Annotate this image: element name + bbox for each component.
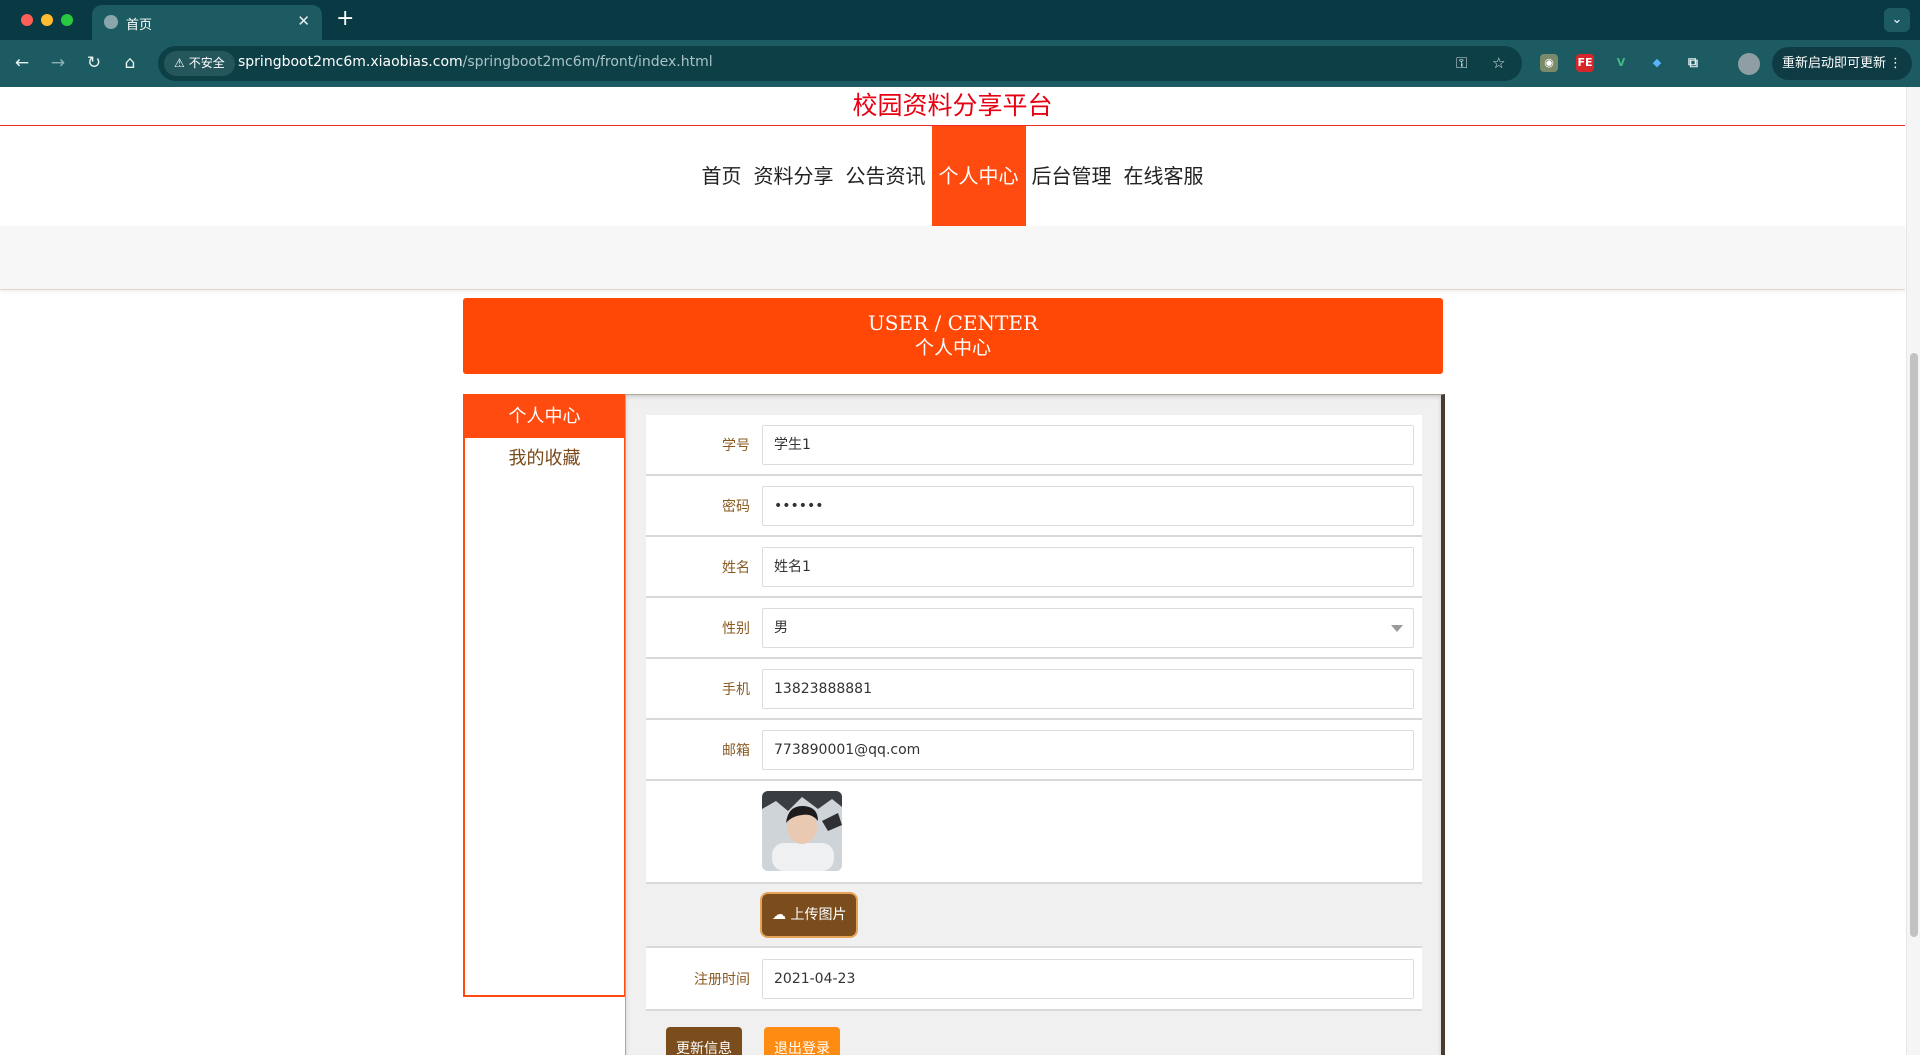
home-icon[interactable]: ⌂ — [118, 52, 142, 74]
student-id-label: 学号 — [722, 438, 750, 454]
new-tab-plus-icon[interactable]: + — [336, 6, 354, 32]
register-time-label: 注册时间 — [694, 972, 750, 988]
student-id-input[interactable]: 学生1 — [762, 425, 1414, 465]
email-input[interactable]: 773890001@qq.com — [762, 730, 1414, 770]
url-host: springboot2mc6m.xiaobias.com — [238, 54, 463, 70]
relaunch-update-button[interactable]: 重新启动即可更新 ⋮ — [1772, 47, 1912, 80]
form-row-phone: 手机 13823888881 — [646, 659, 1422, 720]
forward-arrow-icon[interactable]: → — [46, 52, 70, 74]
extension-vue-icon[interactable]: V — [1612, 54, 1630, 72]
form-row-name: 姓名 姓名1 — [646, 537, 1422, 598]
logout-button[interactable]: 退出登录 — [764, 1027, 840, 1055]
page-banner: USER / CENTER 个人中心 — [463, 298, 1443, 374]
avatar — [762, 791, 842, 871]
url-path: /springboot2mc6m/front/index.html — [462, 54, 713, 70]
cloud-upload-icon: ☁ — [772, 907, 786, 923]
site-title: 校园资料分享平台 — [852, 91, 1053, 120]
banner-title-zh: 个人中心 — [914, 337, 991, 359]
gender-select[interactable]: 男 — [762, 608, 1414, 648]
gender-selected-value: 男 — [774, 620, 788, 636]
form-row-student-id: 学号 学生1 — [646, 415, 1422, 476]
tab-close-icon[interactable]: ✕ — [297, 11, 310, 31]
nav-item-admin[interactable]: 后台管理 — [1026, 126, 1118, 226]
avatar-photo — [762, 791, 842, 871]
page-scrollbar[interactable] — [1906, 87, 1920, 1055]
extension-owl-icon[interactable]: ◉ — [1540, 54, 1558, 72]
chevron-down-icon — [1391, 625, 1403, 632]
phone-input[interactable]: 13823888881 — [762, 669, 1414, 709]
main-nav: 首页 资料分享 公告资讯 个人中心 后台管理 在线客服 — [0, 126, 1905, 226]
register-time-input[interactable]: 2021-04-23 — [762, 959, 1414, 999]
password-input[interactable]: •••••• — [762, 486, 1414, 526]
browser-toolbar: ← → ↻ ⌂ ⚠ 不安全 springboot2mc6m.xiaobias.co… — [0, 40, 1920, 87]
form-row-register-time: 注册时间 2021-04-23 — [646, 948, 1422, 1011]
name-label: 姓名 — [722, 560, 750, 576]
page-viewport: 校园资料分享平台 首页 资料分享 公告资讯 个人中心 后台管理 在线客服 USE… — [0, 87, 1920, 1055]
browser-tab-bar: 首页 ✕ + ⌄ — [0, 0, 1920, 40]
globe-icon — [104, 15, 118, 29]
maximize-window-button[interactable] — [61, 14, 73, 26]
more-menu-icon[interactable]: ⋮ — [1889, 47, 1902, 80]
form-row-upload: ☁ 上传图片 — [646, 884, 1422, 948]
password-label: 密码 — [722, 499, 750, 515]
form-row-avatar — [646, 781, 1422, 884]
form-row-email: 邮箱 773890001@qq.com — [646, 720, 1422, 781]
bookmark-star-icon[interactable]: ☆ — [1492, 54, 1505, 72]
sidebar-menu: 个人中心 我的收藏 — [463, 394, 626, 997]
tab-search-chevron-icon[interactable]: ⌄ — [1884, 8, 1910, 32]
url-text[interactable]: springboot2mc6m.xiaobias.com/springboot2… — [238, 54, 713, 70]
address-bar[interactable]: ⚠ 不安全 springboot2mc6m.xiaobias.com/spring… — [158, 46, 1522, 81]
phone-label: 手机 — [722, 682, 750, 698]
sidebar-item-favorites[interactable]: 我的收藏 — [465, 438, 624, 480]
upload-image-button[interactable]: ☁ 上传图片 — [762, 894, 857, 936]
insecure-badge[interactable]: ⚠ 不安全 — [164, 51, 235, 76]
update-info-button[interactable]: 更新信息 — [666, 1027, 742, 1055]
profile-form-panel: 学号 学生1 密码 •••••• 姓名 姓名1 性别 男 手机 13823888… — [625, 394, 1445, 1055]
warning-triangle-icon: ⚠ — [174, 56, 185, 70]
close-window-button[interactable] — [21, 14, 33, 26]
nav-item-user-center[interactable]: 个人中心 — [931, 126, 1026, 226]
sidebar-item-user-center[interactable]: 个人中心 — [465, 396, 624, 438]
extensions-puzzle-icon[interactable]: ⧉ — [1684, 54, 1702, 72]
email-label: 邮箱 — [722, 743, 750, 759]
upload-image-label: 上传图片 — [790, 907, 847, 923]
relaunch-label: 重新启动即可更新 — [1782, 56, 1887, 71]
nav-item-home[interactable]: 首页 — [696, 126, 748, 226]
gender-label: 性别 — [722, 621, 750, 637]
nav-item-resource-share[interactable]: 资料分享 — [748, 126, 840, 226]
profile-avatar[interactable] — [1738, 53, 1760, 75]
tab-title: 首页 — [126, 18, 153, 33]
name-input[interactable]: 姓名1 — [762, 547, 1414, 587]
form-row-password: 密码 •••••• — [646, 476, 1422, 537]
reload-icon[interactable]: ↻ — [82, 52, 106, 74]
extension-gem-icon[interactable]: ◆ — [1648, 54, 1666, 72]
extension-fe-icon[interactable]: FE — [1576, 54, 1594, 72]
banner-title-en: USER / CENTER — [867, 311, 1039, 335]
form-row-gender: 性别 男 — [646, 598, 1422, 659]
insecure-label: 不安全 — [188, 56, 225, 70]
browser-tab[interactable]: 首页 ✕ — [92, 5, 322, 40]
scrollbar-thumb[interactable] — [1910, 353, 1918, 937]
back-arrow-icon[interactable]: ← — [10, 52, 34, 74]
nav-item-announcements[interactable]: 公告资讯 — [840, 126, 932, 226]
minimize-window-button[interactable] — [41, 14, 53, 26]
key-icon[interactable]: ⚿ — [1456, 54, 1467, 72]
header-band — [0, 226, 1905, 290]
nav-item-online-support[interactable]: 在线客服 — [1118, 126, 1210, 226]
